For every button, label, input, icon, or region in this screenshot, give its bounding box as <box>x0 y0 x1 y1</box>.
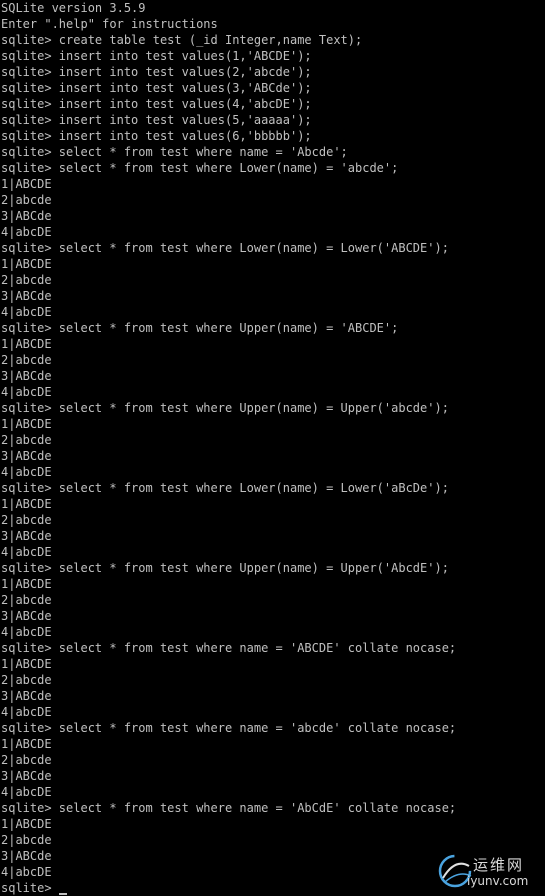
console-output: SQLite version 3.5.9 Enter ".help" for in… <box>0 0 545 880</box>
console-line: 1|ABCDE <box>1 177 52 191</box>
console-line: 1|ABCDE <box>1 657 52 671</box>
console-line: 4|abcDE <box>1 625 52 639</box>
console-line: 2|abcde <box>1 353 52 367</box>
console-line: 4|abcDE <box>1 225 52 239</box>
console-line: 1|ABCDE <box>1 817 52 831</box>
console-line: 3|ABCde <box>1 609 52 623</box>
console-line: sqlite> select * from test where Lower(n… <box>1 241 449 255</box>
console-line: sqlite> insert into test values(1,'ABCDE… <box>1 49 312 63</box>
console-line: sqlite> insert into test values(2,'abcde… <box>1 65 312 79</box>
console-line: 4|abcDE <box>1 465 52 479</box>
console-prompt: sqlite> <box>1 881 59 895</box>
console-line: 4|abcDE <box>1 545 52 559</box>
console-line: 2|abcde <box>1 673 52 687</box>
console-line: 2|abcde <box>1 193 52 207</box>
watermark-site-name: 运维网 <box>473 856 525 874</box>
watermark-domain: iyunv.com <box>467 874 529 888</box>
console-line: sqlite> select * from test where name = … <box>1 801 457 815</box>
console-line: 3|ABCde <box>1 369 52 383</box>
console-line: sqlite> insert into test values(6,'bbbbb… <box>1 129 312 143</box>
console-line: 1|ABCDE <box>1 737 52 751</box>
console-line: sqlite> select * from test where Upper(n… <box>1 561 449 575</box>
console-line: 2|abcde <box>1 593 52 607</box>
console-line: 2|abcde <box>1 753 52 767</box>
console-line: sqlite> select * from test where name = … <box>1 721 457 735</box>
console-line: 3|ABCde <box>1 769 52 783</box>
console-line: sqlite> select * from test where Lower(n… <box>1 481 449 495</box>
console-line: 1|ABCDE <box>1 337 52 351</box>
console-line: sqlite> select * from test where Lower(n… <box>1 161 399 175</box>
console-line: 2|abcde <box>1 433 52 447</box>
console-line: sqlite> create table test (_id Integer,n… <box>1 33 363 47</box>
console-line: 3|ABCde <box>1 449 52 463</box>
site-watermark: 运维网 iyunv.com <box>433 848 541 894</box>
console-line: 2|abcde <box>1 513 52 527</box>
cursor-icon <box>58 893 67 895</box>
console-line: 1|ABCDE <box>1 417 52 431</box>
console-line: 4|abcDE <box>1 385 52 399</box>
console-line: 2|abcde <box>1 273 52 287</box>
console-window[interactable]: SQLite version 3.5.9 Enter ".help" for in… <box>0 0 545 896</box>
console-line: 3|ABCde <box>1 529 52 543</box>
console-line: sqlite> select * from test where name = … <box>1 145 348 159</box>
console-line: sqlite> select * from test where name = … <box>1 641 457 655</box>
console-line: sqlite> insert into test values(5,'aaaaa… <box>1 113 312 127</box>
console-line: 4|abcDE <box>1 705 52 719</box>
console-line: 3|ABCde <box>1 689 52 703</box>
console-line: 3|ABCde <box>1 209 52 223</box>
console-line: sqlite> insert into test values(4,'abcDE… <box>1 97 312 111</box>
console-line: 2|abcde <box>1 833 52 847</box>
console-line: sqlite> select * from test where Upper(n… <box>1 401 449 415</box>
console-line: sqlite> insert into test values(3,'ABCde… <box>1 81 312 95</box>
console-line: sqlite> select * from test where Upper(n… <box>1 321 399 335</box>
console-line: Enter ".help" for instructions <box>1 17 218 31</box>
console-line: 4|abcDE <box>1 305 52 319</box>
console-line: 4|abcDE <box>1 785 52 799</box>
console-line: 3|ABCde <box>1 289 52 303</box>
console-line: 1|ABCDE <box>1 577 52 591</box>
console-line: 1|ABCDE <box>1 497 52 511</box>
console-line: 1|ABCDE <box>1 257 52 271</box>
console-line: SQLite version 3.5.9 <box>1 1 146 15</box>
